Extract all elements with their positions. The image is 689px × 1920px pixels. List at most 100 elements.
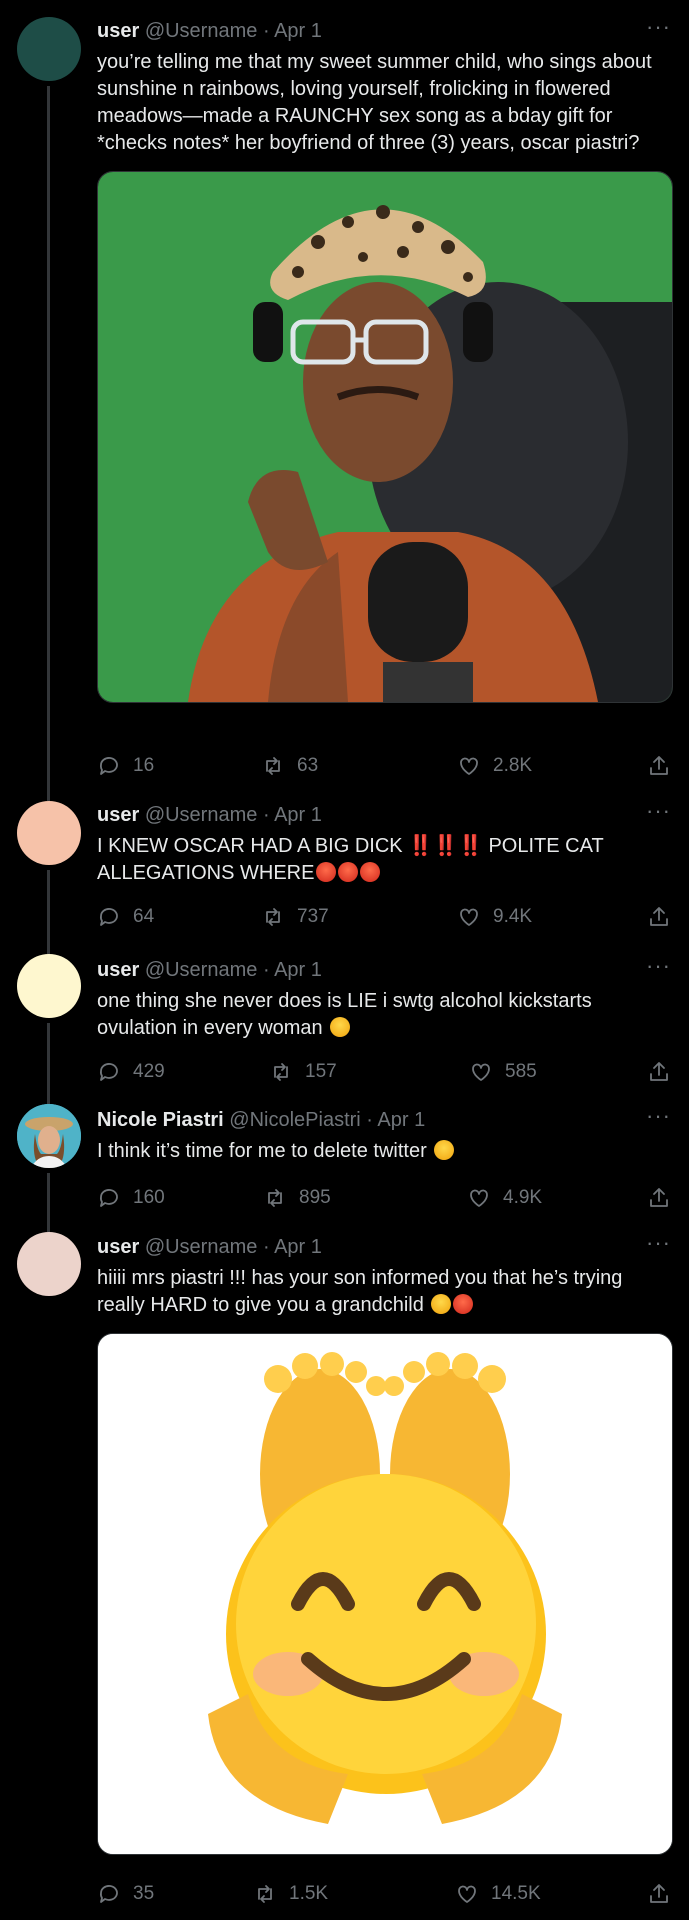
avatar[interactable] (17, 1232, 81, 1296)
more-icon[interactable]: ··· (646, 16, 671, 38)
retweet-button[interactable]: 737 (261, 903, 329, 931)
timestamp[interactable]: Apr 1 (274, 20, 322, 42)
more-icon[interactable]: ··· (646, 1105, 671, 1127)
thread-line (47, 945, 50, 954)
thread-line (47, 1095, 50, 1104)
handle[interactable]: @Username (145, 804, 258, 826)
tweet-actions: 160 895 4.9K (97, 1184, 671, 1212)
handle[interactable]: @Username (145, 20, 258, 42)
tweet-1[interactable]: user @Username · Apr 1 ··· you’re tellin… (0, 0, 689, 796)
share-button[interactable] (647, 1880, 671, 1908)
like-icon (460, 908, 478, 926)
reply-button[interactable]: 64 (97, 903, 154, 931)
double-exclamation-emoji: ‼️‼️‼️ (408, 835, 483, 857)
like-icon (470, 1189, 488, 1207)
retweet-icon (268, 1189, 282, 1207)
display-name[interactable]: user (97, 804, 139, 826)
share-button[interactable] (647, 752, 671, 780)
tweet-5[interactable]: user @Username · Apr 1 ··· hiiii mrs pia… (0, 1222, 689, 1920)
tweet-text: I think it’s time for me to delete twitt… (97, 1138, 671, 1165)
timestamp[interactable]: Apr 1 (274, 959, 322, 981)
like-button[interactable]: 9.4K (457, 903, 532, 931)
retweet-icon (266, 757, 280, 775)
avatar[interactable] (17, 954, 81, 1018)
like-button[interactable]: 4.9K (467, 1184, 542, 1212)
timestamp[interactable]: Apr 1 (274, 804, 322, 826)
share-button[interactable] (647, 1058, 671, 1086)
like-count: 585 (505, 1061, 537, 1082)
more-icon[interactable]: ··· (646, 955, 671, 977)
thread-line (47, 1023, 50, 1098)
retweet-button[interactable]: 157 (269, 1058, 337, 1086)
huffing-face-emoji (316, 862, 337, 882)
swearing-face-emoji (360, 862, 381, 882)
avatar[interactable] (17, 801, 81, 865)
tweet-4[interactable]: Nicole Piastri @NicolePiastri · Apr 1 ··… (0, 1095, 689, 1225)
handle[interactable]: @Username (145, 1236, 258, 1258)
share-icon (650, 1884, 668, 1903)
reply-count: 160 (133, 1187, 165, 1208)
tweet-image[interactable] (97, 1333, 673, 1855)
thread-line (47, 1222, 50, 1232)
photo-man-with-microphone (98, 172, 672, 702)
display-name[interactable]: user (97, 20, 139, 42)
like-button[interactable]: 2.8K (457, 752, 532, 780)
tweet-2[interactable]: user @Username · Apr 1 ··· I KNEW OSCAR … (0, 790, 689, 950)
handle[interactable]: @NicolePiastri (229, 1109, 360, 1131)
avatar[interactable] (17, 1104, 81, 1168)
share-button[interactable] (647, 1184, 671, 1212)
reply-button[interactable]: 429 (97, 1058, 165, 1086)
thread-line (47, 1173, 50, 1225)
reply-button[interactable]: 16 (97, 752, 154, 780)
tweet-header: Nicole Piastri @NicolePiastri · Apr 1 (97, 1109, 426, 1131)
tweet-thread: user @Username · Apr 1 ··· you’re tellin… (0, 0, 689, 1920)
retweet-count: 895 (299, 1187, 331, 1208)
timestamp[interactable]: Apr 1 (377, 1109, 425, 1131)
more-icon[interactable]: ··· (646, 800, 671, 822)
tweet-text: one thing she never does is LIE i swtg a… (97, 990, 592, 1039)
share-button[interactable] (647, 903, 671, 931)
tweet-image[interactable] (97, 171, 673, 703)
avatar[interactable] (17, 17, 81, 81)
like-icon (472, 1063, 490, 1081)
handle[interactable]: @Username (145, 959, 258, 981)
retweet-button[interactable]: 63 (261, 752, 318, 780)
like-count: 14.5K (491, 1883, 541, 1904)
like-button[interactable]: 14.5K (455, 1880, 541, 1908)
tweet-text: you’re telling me that my sweet summer c… (97, 51, 652, 154)
reply-icon (99, 908, 118, 926)
reply-count: 35 (133, 1883, 155, 1904)
smiling-face-with-hearts-emoji (453, 1294, 474, 1314)
retweet-count: 1.5K (289, 1883, 329, 1904)
tweet-3[interactable]: user @Username · Apr 1 ··· one thing she… (0, 945, 689, 1098)
display-name[interactable]: Nicole Piastri (97, 1109, 224, 1131)
like-count: 2.8K (493, 755, 533, 776)
weary-face-emoji (330, 1017, 351, 1037)
share-icon (650, 1062, 668, 1081)
tweet-actions: 16 63 2.8K (97, 752, 671, 780)
thread-line (47, 790, 50, 801)
reply-icon (99, 1885, 118, 1903)
retweet-button[interactable]: 1.5K (253, 1880, 328, 1908)
like-count: 9.4K (493, 906, 533, 927)
tweet-text: I KNEW OSCAR HAD A BIG DICK ‼️‼️‼️ POLIT… (97, 835, 604, 884)
tweet-header: user @Username · Apr 1 (97, 1236, 322, 1258)
reply-button[interactable]: 35 (97, 1880, 154, 1908)
more-icon[interactable]: ··· (646, 1232, 671, 1254)
tweet-header: user @Username · Apr 1 (97, 804, 322, 826)
tweet-header: user @Username · Apr 1 (97, 20, 322, 42)
display-name[interactable]: user (97, 959, 139, 981)
retweet-count: 737 (297, 906, 329, 927)
display-name[interactable]: user (97, 1236, 139, 1258)
reply-button[interactable]: 160 (97, 1184, 165, 1212)
reply-count: 429 (133, 1061, 165, 1082)
smiling-face-with-halo-emoji (431, 1294, 452, 1314)
like-button[interactable]: 585 (469, 1058, 537, 1086)
retweet-button[interactable]: 895 (263, 1184, 331, 1212)
retweet-icon (266, 908, 280, 926)
share-icon (650, 756, 668, 775)
tweet-actions: 35 1.5K 14.5K (97, 1880, 671, 1908)
tweet-header: user @Username · Apr 1 (97, 959, 322, 981)
timestamp[interactable]: Apr 1 (274, 1236, 322, 1258)
tweet-text: hiiii mrs piastri !!! has your son infor… (97, 1267, 623, 1316)
